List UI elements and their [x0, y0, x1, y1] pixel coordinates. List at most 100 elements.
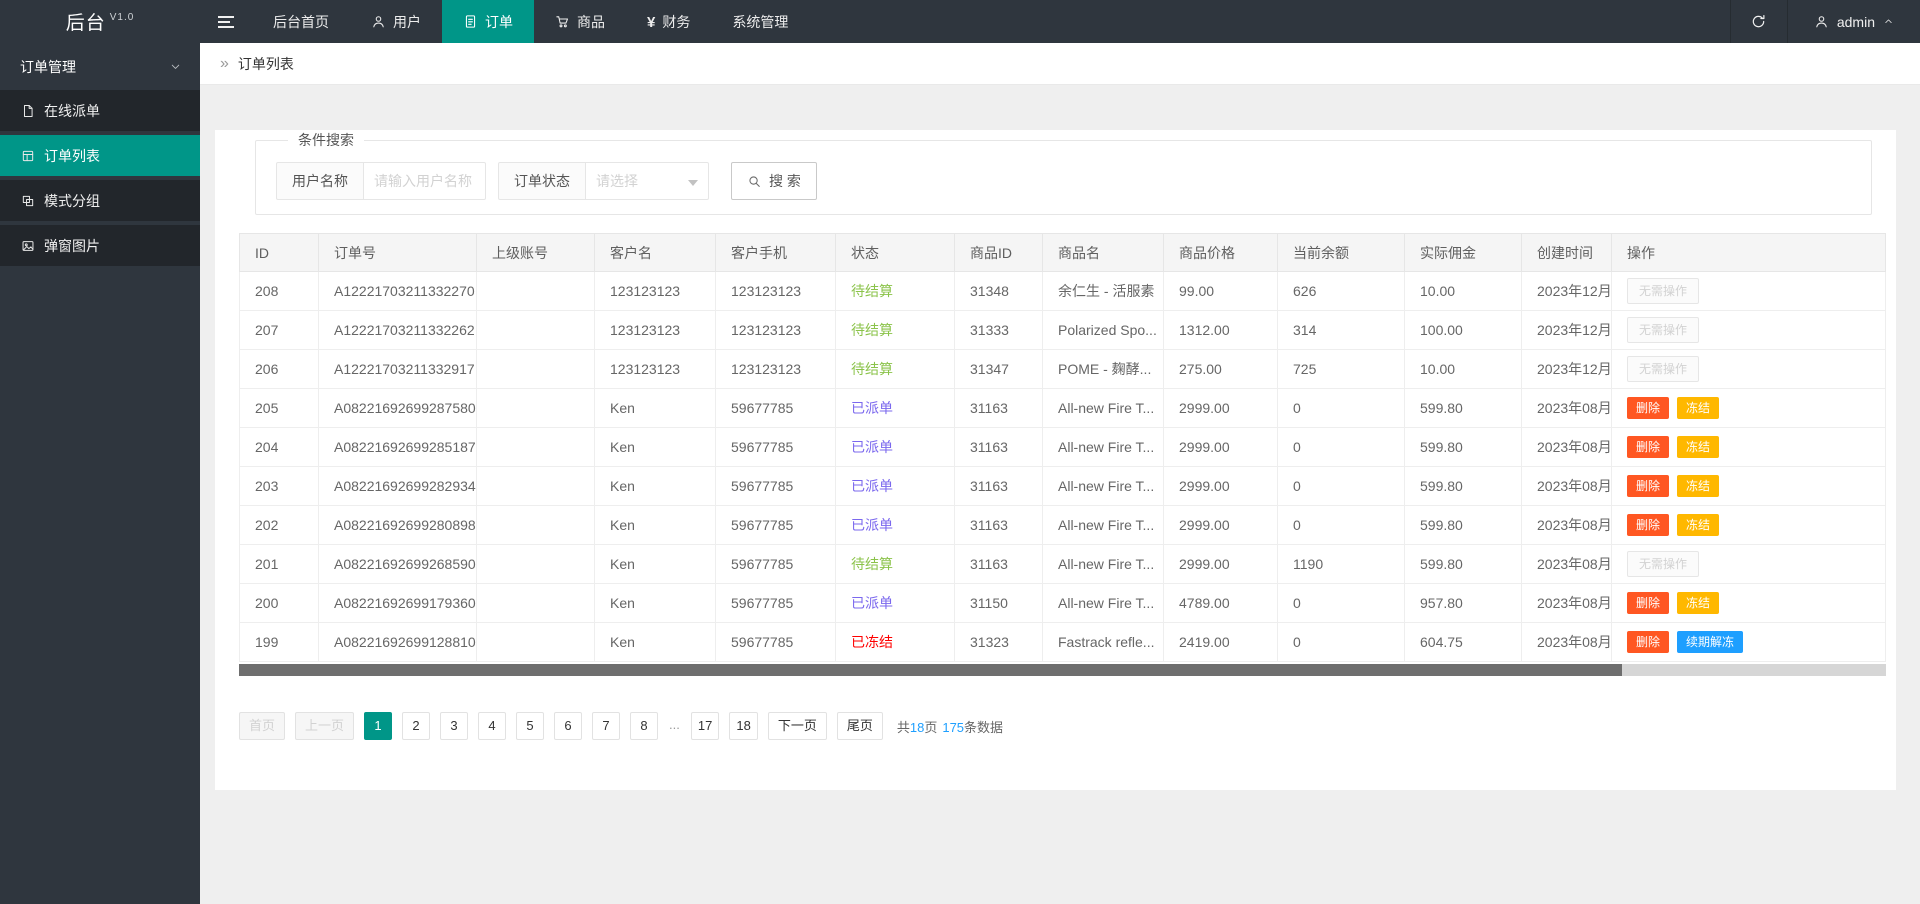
cell: 626: [1278, 272, 1405, 311]
delete-button[interactable]: 删除: [1627, 397, 1669, 419]
delete-button[interactable]: 删除: [1627, 514, 1669, 536]
sidebar: 订单管理 在线派单订单列表模式分组弹窗图片: [0, 43, 200, 904]
sidebar-item-online-dispatch[interactable]: 在线派单: [0, 90, 200, 131]
table-row: 203A08221692699282934Ken59677785已派单31163…: [240, 467, 1886, 506]
pagination-page-button[interactable]: 1: [364, 712, 392, 740]
unfreeze-button[interactable]: 续期解冻: [1677, 631, 1743, 653]
cell: 2023年08月: [1522, 584, 1612, 623]
status-badge: 待结算: [851, 361, 893, 377]
nav-item-finance[interactable]: ¥财务: [626, 0, 711, 43]
total-records: 175: [942, 720, 964, 735]
cell: A12221703211332270: [319, 272, 477, 311]
scrollbar-thumb[interactable]: [239, 664, 1622, 676]
column-header: 商品价格: [1164, 234, 1278, 272]
column-header: 订单号: [319, 234, 477, 272]
pagination-pages: 12345678...1718: [364, 712, 758, 740]
column-header: 状态: [836, 234, 955, 272]
sidebar-item-label: 订单列表: [44, 146, 100, 166]
actions-cell: 删除冻结: [1612, 584, 1886, 623]
nav-item-orders[interactable]: 订单: [442, 0, 534, 43]
cell: All-new Fire T...: [1043, 428, 1164, 467]
pagination-page-button[interactable]: 4: [478, 712, 506, 740]
sidebar-item-popup-image[interactable]: 弹窗图片: [0, 225, 200, 266]
freeze-button[interactable]: 冻结: [1677, 592, 1719, 614]
user-menu[interactable]: admin: [1788, 0, 1920, 43]
cell: [477, 428, 595, 467]
pagination-page-button[interactable]: 7: [592, 712, 620, 740]
delete-button[interactable]: 删除: [1627, 475, 1669, 497]
sidebar-group-order-management[interactable]: 订单管理: [0, 43, 200, 90]
cell: [477, 311, 595, 350]
pagination-page-button[interactable]: 2: [402, 712, 430, 740]
cell: A08221692699128810: [319, 623, 477, 662]
status-badge: 已派单: [851, 400, 893, 416]
cell: 59677785: [716, 584, 836, 623]
order-status-select[interactable]: 请选择: [586, 162, 709, 200]
pagination-next-button[interactable]: 下一页: [768, 712, 827, 740]
pagination-last-button[interactable]: 尾页: [837, 712, 883, 740]
cell: 2023年08月: [1522, 506, 1612, 545]
freeze-button[interactable]: 冻结: [1677, 436, 1719, 458]
freeze-button[interactable]: 冻结: [1677, 397, 1719, 419]
cell: Ken: [595, 623, 716, 662]
order-status-placeholder: 请选择: [596, 171, 638, 191]
delete-button[interactable]: 删除: [1627, 592, 1669, 614]
cell: [477, 350, 595, 389]
username-input[interactable]: [364, 162, 486, 200]
cell: 0: [1278, 389, 1405, 428]
cell: 123123123: [595, 272, 716, 311]
column-header: 商品ID: [955, 234, 1043, 272]
pagination-prev-button: 上一页: [295, 712, 354, 740]
delete-button[interactable]: 删除: [1627, 631, 1669, 653]
cart-icon: [555, 14, 570, 29]
pagination-page-button[interactable]: 3: [440, 712, 468, 740]
nav-item-label: 系统管理: [732, 12, 788, 32]
nav-item-home[interactable]: 后台首页: [252, 0, 350, 43]
nav-item-products[interactable]: 商品: [534, 0, 626, 43]
pagination-page-button[interactable]: 18: [729, 712, 757, 740]
cell: 599.80: [1405, 389, 1522, 428]
nav-item-label: 财务: [662, 12, 690, 32]
pagination-page-button[interactable]: 6: [554, 712, 582, 740]
cell: POME - 麹酵...: [1043, 350, 1164, 389]
freeze-button[interactable]: 冻结: [1677, 514, 1719, 536]
sidebar-item-mode-group[interactable]: 模式分组: [0, 180, 200, 221]
no-action-button: 无需操作: [1627, 551, 1699, 577]
app-logo: 后台 V1.0: [0, 0, 200, 43]
sidebar-toggle-icon[interactable]: [200, 0, 252, 43]
nav-item-users[interactable]: 用户: [350, 0, 442, 43]
cell: 2023年08月: [1522, 545, 1612, 584]
sidebar-item-order-list[interactable]: 订单列表: [0, 135, 200, 176]
breadcrumb: » 订单列表: [200, 43, 1920, 85]
status-cell: 待结算: [836, 545, 955, 584]
nav-item-label: 用户: [393, 12, 421, 32]
cell: 2023年08月: [1522, 428, 1612, 467]
cell: 31150: [955, 584, 1043, 623]
cell: 204: [240, 428, 319, 467]
order-status-label: 订单状态: [498, 162, 586, 200]
cell: [477, 389, 595, 428]
cell: 123123123: [716, 350, 836, 389]
pagination-page-button[interactable]: 5: [516, 712, 544, 740]
refresh-icon: [1750, 13, 1767, 30]
status-cell: 已派单: [836, 506, 955, 545]
column-header: ID: [240, 234, 319, 272]
status-badge: 待结算: [851, 322, 893, 338]
pagination-page-button[interactable]: 8: [630, 712, 658, 740]
pagination-page-button[interactable]: 17: [691, 712, 719, 740]
cell: 599.80: [1405, 428, 1522, 467]
cell: [477, 272, 595, 311]
freeze-button[interactable]: 冻结: [1677, 475, 1719, 497]
search-button[interactable]: 搜 索: [731, 162, 817, 200]
horizontal-scrollbar[interactable]: [239, 664, 1886, 676]
search-legend: 条件搜索: [288, 130, 364, 150]
column-header: 上级账号: [477, 234, 595, 272]
cell: 31323: [955, 623, 1043, 662]
column-header: 客户手机: [716, 234, 836, 272]
cell: A12221703211332917: [319, 350, 477, 389]
nav-item-system[interactable]: 系统管理: [711, 0, 809, 43]
delete-button[interactable]: 删除: [1627, 436, 1669, 458]
refresh-button[interactable]: [1730, 0, 1788, 43]
cell: 2023年12月: [1522, 311, 1612, 350]
status-cell: 待结算: [836, 272, 955, 311]
